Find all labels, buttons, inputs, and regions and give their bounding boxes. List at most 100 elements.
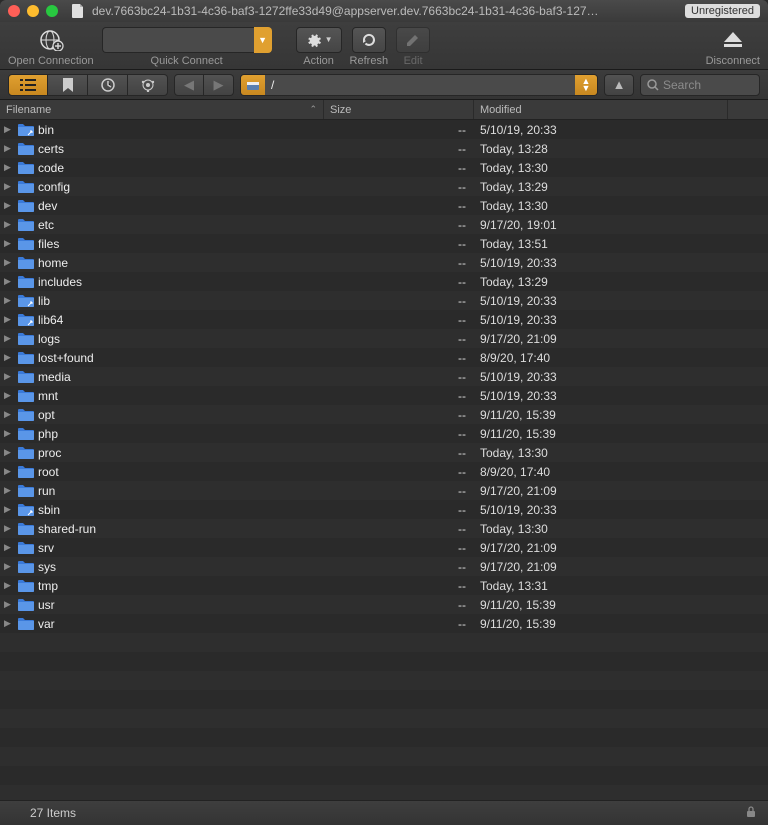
table-row[interactable]: ▶run--9/17/20, 21:09 [0,481,768,500]
disclosure-triangle-icon[interactable]: ▶ [4,124,14,135]
nav-forward-button[interactable]: ▶ [204,74,234,96]
table-row[interactable]: ▶php--9/11/20, 15:39 [0,424,768,443]
table-row[interactable]: ▶tmp--Today, 13:31 [0,576,768,595]
file-modified: 5/10/19, 20:33 [474,503,728,517]
file-size: -- [324,541,474,555]
disconnect-button[interactable] [713,27,753,53]
table-row[interactable]: ▶files--Today, 13:51 [0,234,768,253]
column-header-size[interactable]: Size [324,100,474,119]
column-header-filename[interactable]: Filename ⌃ [0,100,324,119]
nav-back-button[interactable]: ◀ [174,74,204,96]
window-close-button[interactable] [8,5,20,17]
table-row[interactable]: ▶shared-run--Today, 13:30 [0,519,768,538]
table-row[interactable]: ▶code--Today, 13:30 [0,158,768,177]
table-row[interactable]: ▶bin--5/10/19, 20:33 [0,120,768,139]
table-row[interactable]: ▶lib64--5/10/19, 20:33 [0,310,768,329]
disclosure-triangle-icon[interactable]: ▶ [4,447,14,458]
window-minimize-button[interactable] [27,5,39,17]
column-header-modified[interactable]: Modified [474,100,728,119]
disclosure-triangle-icon[interactable]: ▶ [4,371,14,382]
view-history-button[interactable] [88,74,128,96]
disclosure-triangle-icon[interactable]: ▶ [4,428,14,439]
view-bonjour-button[interactable] [128,74,168,96]
table-row[interactable]: ▶lib--5/10/19, 20:33 [0,291,768,310]
disclosure-triangle-icon[interactable]: ▶ [4,580,14,591]
nav-up-button[interactable]: ▲ [604,74,634,96]
open-connection-button[interactable] [31,27,71,53]
disclosure-triangle-icon[interactable]: ▶ [4,523,14,534]
file-list[interactable]: ▶bin--5/10/19, 20:33▶certs--Today, 13:28… [0,120,768,800]
history-icon [101,78,115,92]
table-row[interactable]: ▶mnt--5/10/19, 20:33 [0,386,768,405]
table-row[interactable]: ▶home--5/10/19, 20:33 [0,253,768,272]
disclosure-triangle-icon[interactable]: ▶ [4,561,14,572]
disclosure-triangle-icon[interactable]: ▶ [4,181,14,192]
file-name: var [38,617,55,631]
table-row[interactable]: ▶root--8/9/20, 17:40 [0,462,768,481]
folder-link-icon [18,503,34,516]
table-row[interactable]: ▶config--Today, 13:29 [0,177,768,196]
file-name: certs [38,142,64,156]
table-row[interactable]: ▶etc--9/17/20, 19:01 [0,215,768,234]
eject-icon [720,30,746,50]
table-row[interactable]: ▶srv--9/17/20, 21:09 [0,538,768,557]
file-name: php [38,427,58,441]
table-row[interactable]: ▶lost+found--8/9/20, 17:40 [0,348,768,367]
table-row[interactable]: ▶logs--9/17/20, 21:09 [0,329,768,348]
table-row [0,633,768,652]
view-outline-button[interactable] [8,74,48,96]
disclosure-triangle-icon[interactable]: ▶ [4,200,14,211]
status-items: 27 Items [12,806,76,820]
disclosure-triangle-icon[interactable]: ▶ [4,162,14,173]
disclosure-triangle-icon[interactable]: ▶ [4,618,14,629]
search-input[interactable]: Search [640,74,760,96]
table-row[interactable]: ▶dev--Today, 13:30 [0,196,768,215]
table-row[interactable]: ▶includes--Today, 13:29 [0,272,768,291]
path-field[interactable]: / ▲▼ [240,74,598,96]
table-row[interactable]: ▶usr--9/11/20, 15:39 [0,595,768,614]
disclosure-triangle-icon[interactable]: ▶ [4,542,14,553]
quick-connect-input[interactable] [102,27,254,53]
disclosure-triangle-icon[interactable]: ▶ [4,143,14,154]
file-size: -- [324,123,474,137]
table-row[interactable]: ▶media--5/10/19, 20:33 [0,367,768,386]
disclosure-triangle-icon[interactable]: ▶ [4,352,14,363]
folder-icon [18,351,34,364]
file-name: run [38,484,55,498]
window-zoom-button[interactable] [46,5,58,17]
table-row[interactable]: ▶var--9/11/20, 15:39 [0,614,768,633]
disclosure-triangle-icon[interactable]: ▶ [4,504,14,515]
disclosure-triangle-icon[interactable]: ▶ [4,295,14,306]
disclosure-triangle-icon[interactable]: ▶ [4,219,14,230]
disclosure-triangle-icon[interactable]: ▶ [4,485,14,496]
action-button[interactable]: ▼ [296,27,342,53]
file-modified: Today, 13:28 [474,142,728,156]
disclosure-triangle-icon[interactable]: ▶ [4,276,14,287]
disclosure-triangle-icon[interactable]: ▶ [4,257,14,268]
folder-icon [18,389,34,402]
disclosure-triangle-icon[interactable]: ▶ [4,238,14,249]
edit-button [396,27,430,53]
table-row [0,709,768,728]
path-dropdown-icon[interactable]: ▲▼ [575,75,597,95]
file-size: -- [324,503,474,517]
disclosure-triangle-icon[interactable]: ▶ [4,599,14,610]
disclosure-triangle-icon[interactable]: ▶ [4,390,14,401]
disclosure-triangle-icon[interactable]: ▶ [4,466,14,477]
quick-connect-dropdown[interactable]: ▼ [254,27,272,53]
folder-icon [18,237,34,250]
disclosure-triangle-icon[interactable]: ▶ [4,314,14,325]
open-connection-label: Open Connection [8,55,94,67]
view-bookmarks-button[interactable] [48,74,88,96]
column-headers: Filename ⌃ Size Modified [0,100,768,120]
disclosure-triangle-icon[interactable]: ▶ [4,409,14,420]
table-row[interactable]: ▶sys--9/17/20, 21:09 [0,557,768,576]
table-row[interactable]: ▶opt--9/11/20, 15:39 [0,405,768,424]
disclosure-triangle-icon[interactable]: ▶ [4,333,14,344]
table-row[interactable]: ▶certs--Today, 13:28 [0,139,768,158]
file-modified: Today, 13:29 [474,275,728,289]
refresh-button[interactable] [352,27,386,53]
table-row[interactable]: ▶sbin--5/10/19, 20:33 [0,500,768,519]
file-size: -- [324,427,474,441]
table-row[interactable]: ▶proc--Today, 13:30 [0,443,768,462]
